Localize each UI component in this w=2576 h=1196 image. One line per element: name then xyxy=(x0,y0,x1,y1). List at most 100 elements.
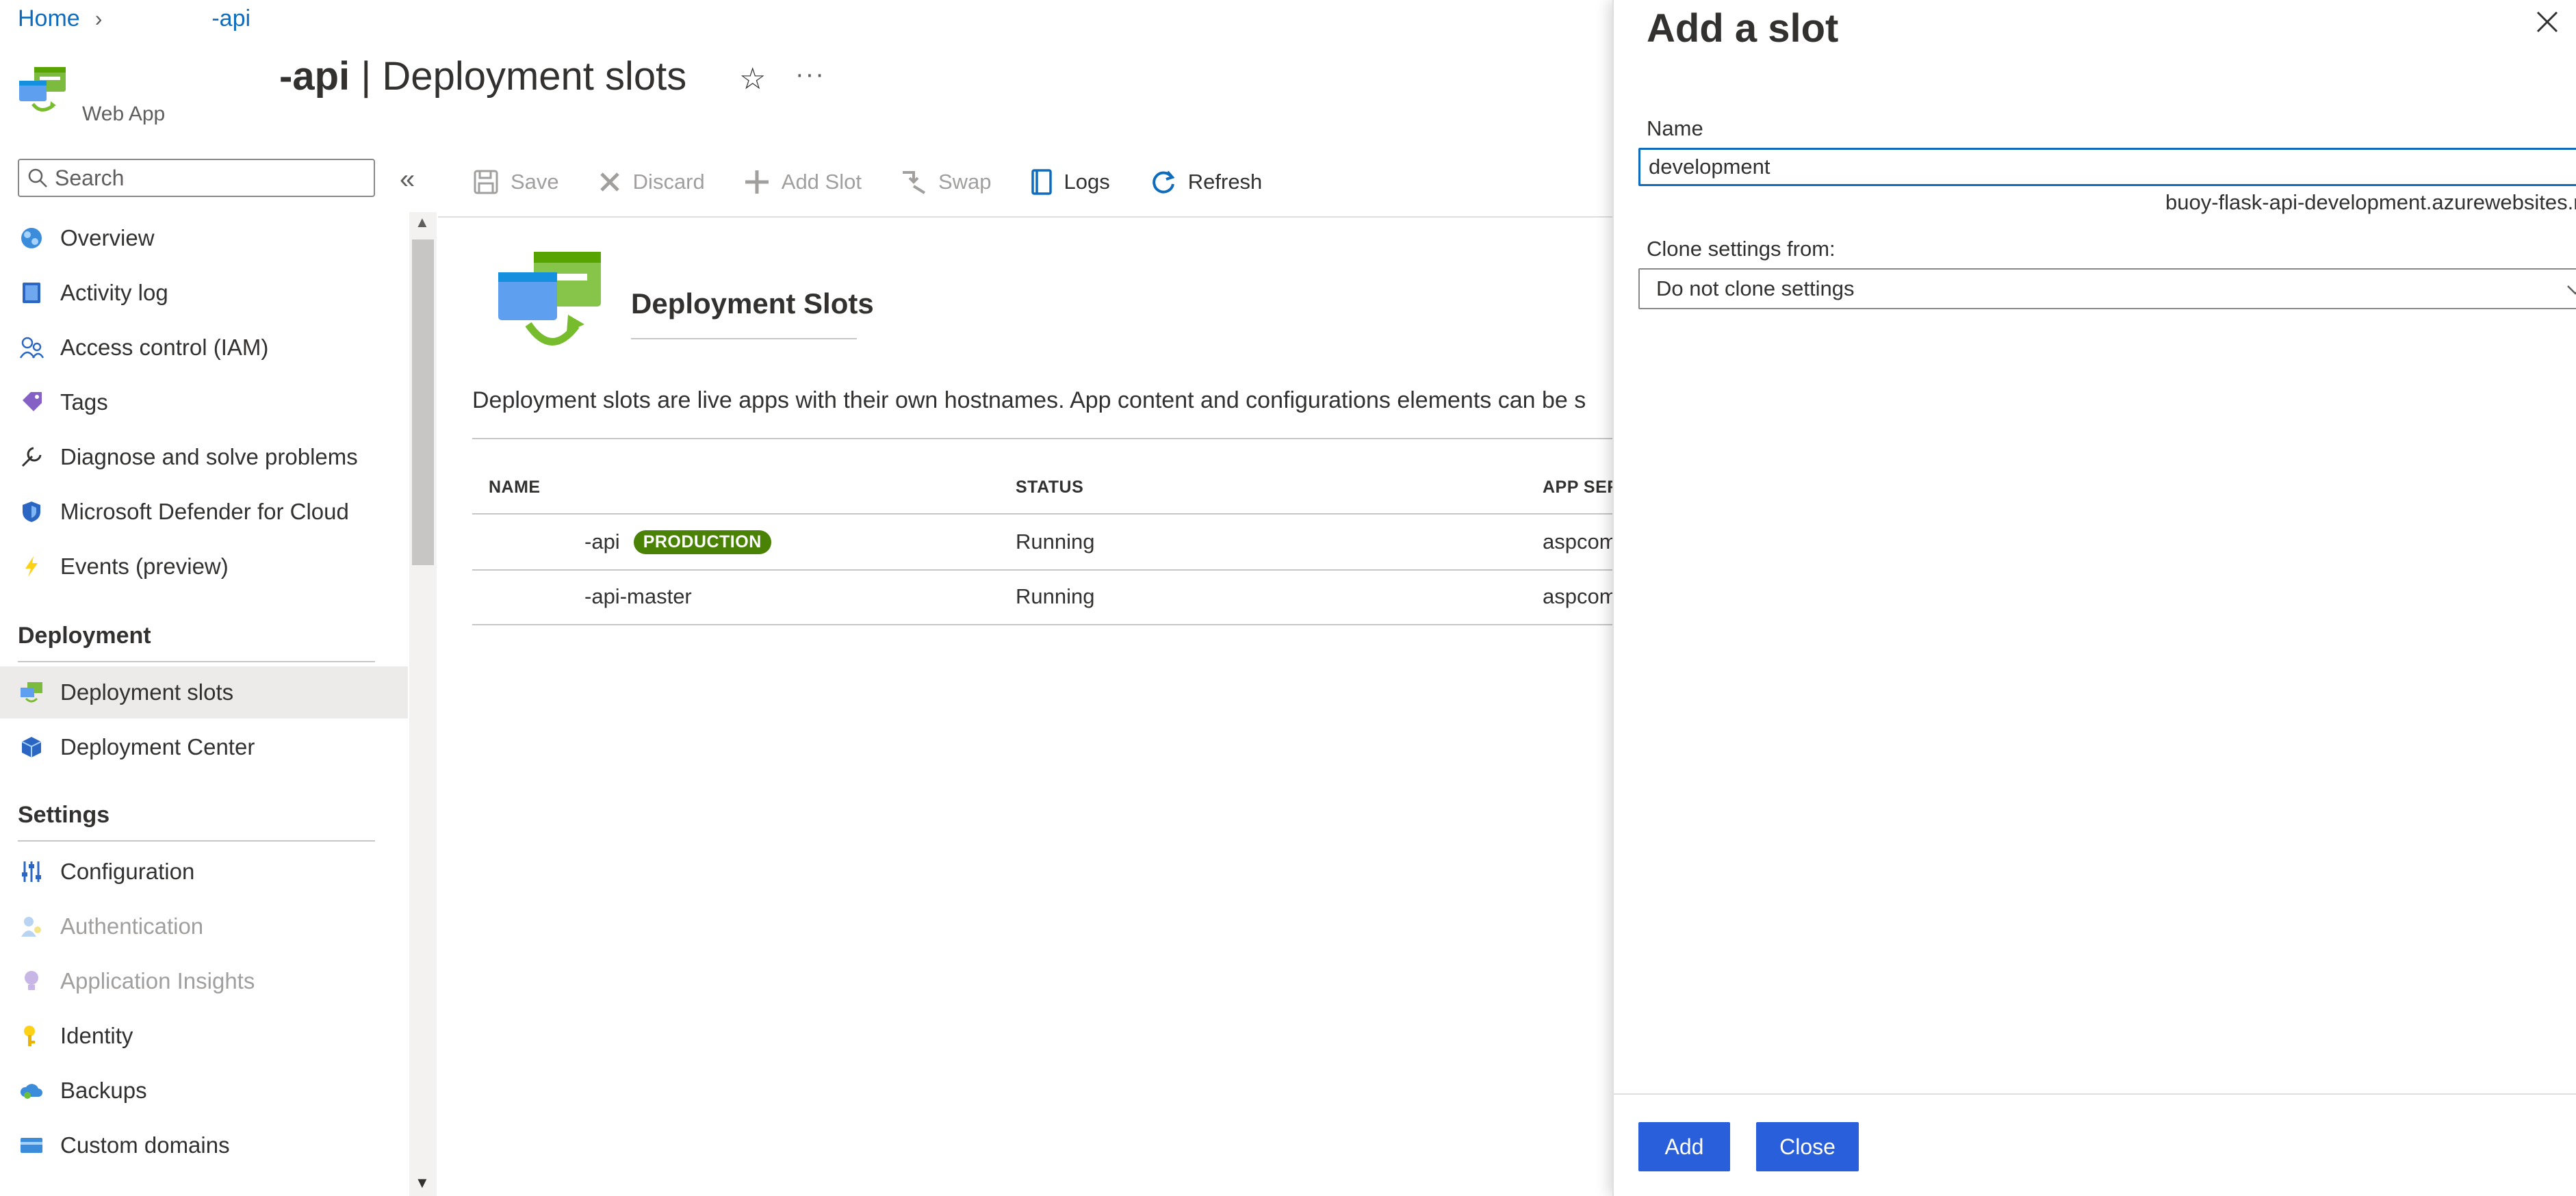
slot-name-link[interactable]: -api-master xyxy=(584,584,692,609)
sidebar-item-authentication[interactable]: Authentication xyxy=(0,900,408,952)
production-badge: PRODUCTION xyxy=(633,530,771,554)
breadcrumb: Home › -api xyxy=(18,5,250,32)
sidebar-item-diagnose[interactable]: Diagnose and solve problems xyxy=(0,431,408,483)
sidebar-item-access-control[interactable]: Access control (IAM) xyxy=(0,322,408,374)
deployment-slots-heading: Deployment Slots xyxy=(631,287,874,320)
swap-button[interactable]: Swap xyxy=(900,168,992,196)
deployment-slots-description: Deployment slots are live apps with thei… xyxy=(472,387,1586,413)
sidebar-item-label: Deployment Center xyxy=(60,734,255,759)
save-label: Save xyxy=(511,170,559,194)
slot-app-service-plan: aspcom xyxy=(1543,584,1617,608)
refresh-label: Refresh xyxy=(1187,170,1263,194)
lightning-icon xyxy=(18,553,45,580)
sidebar-item-backups[interactable]: Backups xyxy=(0,1065,408,1117)
page-subtitle: Web App xyxy=(82,103,166,125)
save-icon xyxy=(474,170,498,194)
sidebar-item-overview[interactable]: Overview xyxy=(0,212,408,264)
chevron-right-icon: › xyxy=(94,6,103,31)
tag-icon xyxy=(18,389,45,416)
slot-name-input[interactable] xyxy=(1638,148,2576,186)
sidebar-item-label: Configuration xyxy=(60,859,195,884)
sidebar-item-label: Microsoft Defender for Cloud xyxy=(60,499,349,524)
title-separator: | xyxy=(350,54,383,99)
person-key-icon xyxy=(18,913,45,940)
deployment-slots-hero-icon xyxy=(498,252,601,346)
shield-icon xyxy=(18,498,45,525)
panel-footer-divider xyxy=(1614,1093,2576,1095)
sidebar-item-label: Authentication xyxy=(60,913,204,939)
deployment-slots-icon xyxy=(18,679,45,706)
slot-name-link[interactable]: -api PRODUCTION xyxy=(584,530,771,554)
close-button[interactable]: Close xyxy=(1756,1122,1859,1171)
people-icon xyxy=(18,334,45,361)
description-divider xyxy=(472,438,1612,439)
add-slot-panel: Add a slot Name buoy-flask-api-developme… xyxy=(1612,0,2576,1196)
breadcrumb-resource-link[interactable]: -api xyxy=(211,5,250,32)
name-label: Name xyxy=(1647,116,1703,140)
page-name: Deployment slots xyxy=(382,54,687,99)
breadcrumb-home-link[interactable]: Home xyxy=(18,5,80,32)
sidebar-item-tags[interactable]: Tags xyxy=(0,376,408,428)
sidebar-item-label: Deployment slots xyxy=(60,679,234,705)
clone-settings-value: Do not clone settings xyxy=(1656,276,1855,300)
toolbar-divider xyxy=(438,216,1612,218)
sidebar-item-deployment-slots[interactable]: Deployment slots xyxy=(0,666,408,718)
table-row[interactable]: -api PRODUCTION Running aspcom xyxy=(472,515,1617,571)
column-header-status[interactable]: STATUS xyxy=(1016,478,1083,497)
sidebar-item-label: Tags xyxy=(60,389,108,415)
sidebar-item-defender[interactable]: Microsoft Defender for Cloud xyxy=(0,486,408,538)
clone-settings-label: Clone settings from: xyxy=(1647,237,1836,261)
close-icon[interactable] xyxy=(2535,10,2560,34)
clone-settings-dropdown[interactable]: Do not clone settings xyxy=(1638,268,2576,309)
slot-app-service-plan: aspcom xyxy=(1543,530,1617,554)
add-slot-label: Add Slot xyxy=(781,170,862,194)
web-app-icon xyxy=(19,67,66,112)
wrench-icon xyxy=(18,443,45,471)
slot-status: Running xyxy=(1016,584,1095,608)
refresh-icon xyxy=(1152,170,1175,194)
globe-icon xyxy=(18,224,45,252)
sidebar-item-identity[interactable]: Identity xyxy=(0,1010,408,1062)
logs-label: Logs xyxy=(1064,170,1110,194)
sidebar-item-application-insights[interactable]: Application Insights xyxy=(0,955,408,1007)
key-icon xyxy=(18,1022,45,1050)
sidebar-scrollbar-thumb[interactable] xyxy=(412,239,434,565)
add-slot-button[interactable]: Add Slot xyxy=(743,168,862,196)
cube-icon xyxy=(18,733,45,761)
chevron-down-icon xyxy=(2567,285,2576,295)
logs-button[interactable]: Logs xyxy=(1030,168,1110,196)
sidebar-item-deployment-center[interactable]: Deployment Center xyxy=(0,721,408,773)
sidebar-item-label: Access control (IAM) xyxy=(60,335,269,360)
sidebar-item-label: Overview xyxy=(60,225,155,250)
sidebar-item-label: Identity xyxy=(60,1023,133,1048)
scroll-up-arrow-icon[interactable]: ▲ xyxy=(415,213,430,231)
discard-button[interactable]: Discard xyxy=(597,170,705,194)
sidebar-item-events[interactable]: Events (preview) xyxy=(0,541,408,593)
plus-icon xyxy=(745,170,769,194)
more-options-icon[interactable]: ··· xyxy=(795,60,825,90)
favorite-star-icon[interactable]: ☆ xyxy=(739,62,766,96)
sidebar-item-configuration[interactable]: Configuration xyxy=(0,846,408,898)
search-input[interactable] xyxy=(53,164,357,192)
collapse-sidebar-icon[interactable]: « xyxy=(400,164,415,195)
sidebar-item-label: Activity log xyxy=(60,280,168,305)
cloud-backup-icon xyxy=(18,1077,45,1104)
sidebar-item-activity-log[interactable]: Activity log xyxy=(0,267,408,319)
scroll-down-arrow-icon[interactable]: ▼ xyxy=(415,1174,430,1192)
sidebar-item-label: Application Insights xyxy=(60,968,255,993)
panel-title: Add a slot xyxy=(1647,6,1839,51)
section-divider xyxy=(18,661,375,662)
slot-status: Running xyxy=(1016,530,1095,554)
table-row[interactable]: -api-master Running aspcom xyxy=(472,569,1617,625)
save-button[interactable]: Save xyxy=(472,168,559,196)
sidebar-item-custom-domains[interactable]: Custom domains xyxy=(0,1119,408,1171)
sliders-icon xyxy=(18,858,45,885)
command-toolbar: Save Discard Add Slot Swap Logs Refresh xyxy=(472,161,1300,203)
lightbulb-icon xyxy=(18,967,45,995)
search-box[interactable] xyxy=(18,159,375,197)
search-icon xyxy=(28,168,47,187)
column-header-name[interactable]: NAME xyxy=(489,478,541,497)
add-button[interactable]: Add xyxy=(1638,1122,1730,1171)
section-divider xyxy=(18,840,375,842)
refresh-button[interactable]: Refresh xyxy=(1148,168,1263,196)
